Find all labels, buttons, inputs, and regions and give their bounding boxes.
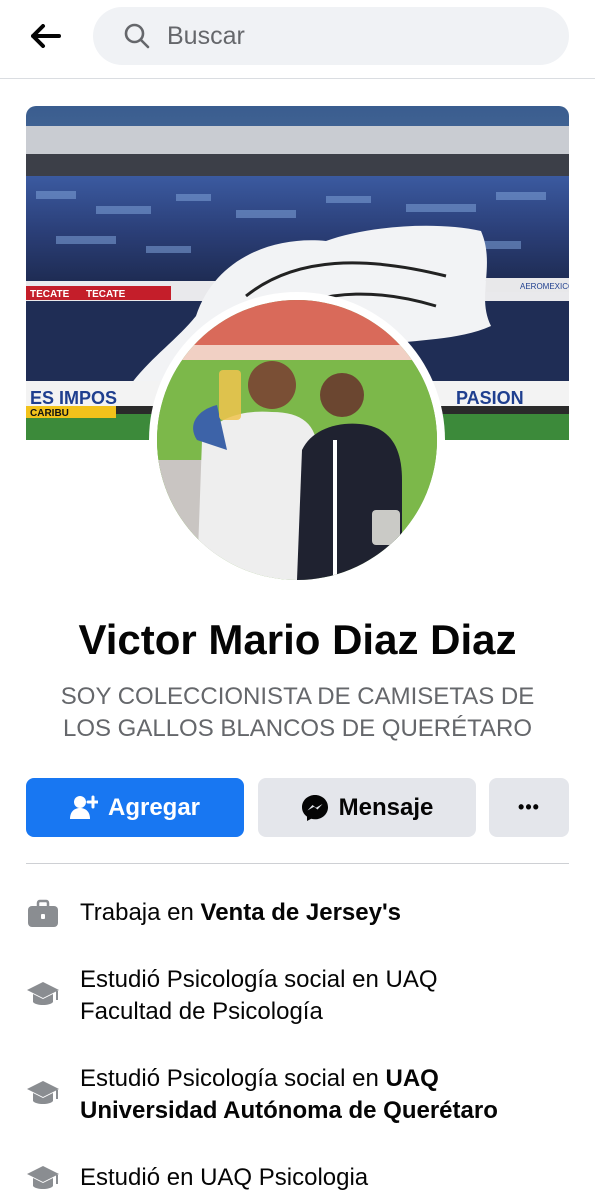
search-bar[interactable] [93, 7, 569, 65]
profile-photo-image [157, 300, 437, 580]
profile-bio-line: LOS GALLOS BLANCOS DE QUERÉTARO [62, 715, 533, 742]
back-button[interactable] [22, 18, 70, 54]
section-divider [26, 863, 569, 864]
graduation-cap-icon [27, 1081, 59, 1104]
info-text: Trabaja en Venta de Jersey's [80, 897, 569, 929]
search-icon [123, 21, 153, 51]
message-label: Mensaje [338, 793, 434, 821]
info-text: Estudió Psicología social en UAQ Faculta… [80, 964, 569, 1028]
search-input[interactable] [165, 20, 549, 52]
education-prefix: Estudió Psicología social en [80, 1065, 386, 1092]
profile-bio: SOY COLECCIONISTA DE CAMISETAS DE LOS GA… [40, 681, 555, 745]
education-line: Estudió Psicología social en UAQ [80, 966, 438, 993]
more-dots-icon: ••• [518, 797, 540, 817]
avatar-frame[interactable] [149, 292, 445, 588]
school-link[interactable]: Universidad Autónoma de Querétaro [80, 1097, 498, 1124]
info-text: Estudió Psicología social en UAQ Univers… [80, 1063, 569, 1127]
person-add-icon [69, 795, 98, 819]
info-text: Estudió en UAQ Psicologia [80, 1164, 369, 1191]
sponsor-label-mid: TECATE [86, 289, 126, 300]
sponsor-label-bottom: CARIBU [30, 408, 69, 419]
profile-name: Victor Mario Diaz Diaz [78, 616, 517, 663]
add-friend-button[interactable]: Agregar [26, 778, 244, 837]
avatar[interactable] [157, 300, 437, 580]
messenger-icon [301, 794, 328, 821]
graduation-cap-icon [27, 1166, 59, 1189]
school-link[interactable]: UAQ [386, 1065, 439, 1092]
arrow-left-icon [31, 24, 61, 48]
banner-text-right: PASION [456, 388, 524, 408]
work-prefix: Trabaja en [80, 899, 201, 926]
sponsor-label-right: AEROMEXICO [520, 282, 569, 291]
briefcase-icon [28, 899, 58, 927]
graduation-cap-icon [27, 982, 59, 1005]
banner-text-left: ES IMPOS [30, 388, 117, 408]
sponsor-label-left: TECATE [30, 289, 70, 300]
top-bar [0, 0, 595, 79]
profile-bio-line: SOY COLECCIONISTA DE CAMISETAS DE [60, 683, 535, 710]
education-line: Facultad de Psicología [80, 998, 323, 1025]
work-place-link[interactable]: Venta de Jersey's [201, 899, 402, 926]
add-friend-label: Agregar [107, 793, 201, 821]
message-button[interactable]: Mensaje [258, 778, 476, 837]
more-options-button[interactable]: ••• [489, 778, 569, 837]
